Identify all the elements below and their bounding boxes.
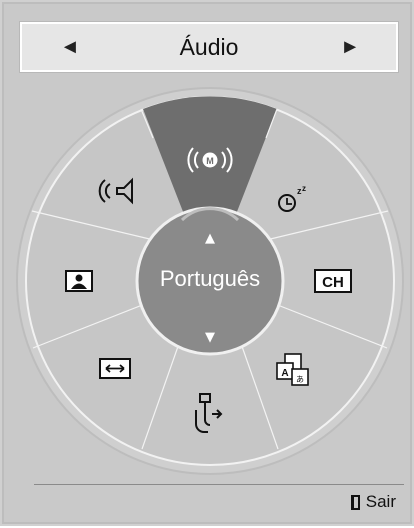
- exit-icon: [350, 494, 360, 510]
- language-down-arrow[interactable]: ▼: [205, 330, 215, 345]
- audio-language-value: Português: [159, 266, 261, 291]
- svg-text:CH: CH: [322, 274, 344, 291]
- exit-label: Sair: [365, 492, 396, 511]
- svg-text:M: M: [206, 156, 214, 166]
- exit-button[interactable]: Sair: [350, 492, 396, 512]
- svg-text:あ: あ: [296, 375, 304, 384]
- svg-text:z: z: [302, 184, 306, 193]
- picture-icon[interactable]: [65, 270, 93, 292]
- aspect-ratio-icon[interactable]: [99, 358, 131, 379]
- quick-menu-panel: ◄ Áudio ► ▲ ▼ M z z CH A あ Português Sai…: [0, 0, 414, 526]
- language-up-arrow[interactable]: ▲: [205, 231, 215, 246]
- channel-icon[interactable]: CH: [314, 269, 352, 293]
- quick-menu-wheel: ▲ ▼ M z z CH A あ: [16, 87, 404, 475]
- svg-text:A: A: [281, 368, 288, 379]
- footer-divider: [34, 484, 404, 485]
